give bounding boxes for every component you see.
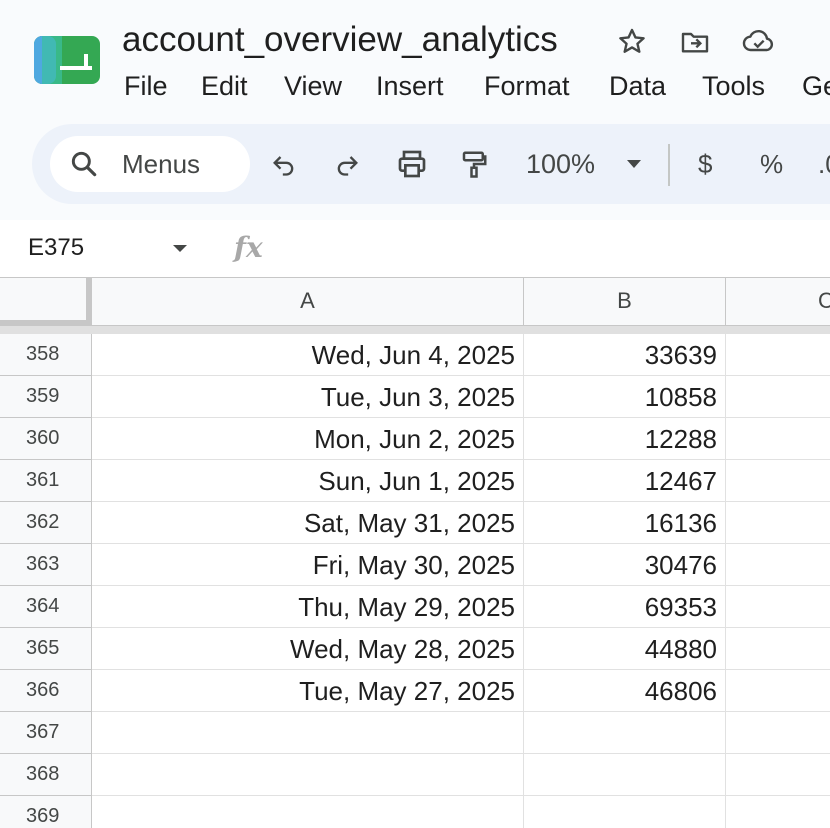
menu-bar: File Edit View Insert Format Data Tools …	[0, 66, 830, 106]
document-title[interactable]: account_overview_analytics	[122, 18, 558, 62]
cell-c[interactable]	[726, 544, 830, 586]
cell-b[interactable]	[524, 754, 726, 796]
name-box[interactable]: E375	[28, 220, 84, 276]
cell-a[interactable]	[92, 712, 524, 754]
cell-a[interactable]: Fri, May 30, 2025	[92, 544, 524, 586]
row-number[interactable]: 359	[0, 376, 92, 418]
row-number[interactable]: 369	[0, 796, 92, 828]
table-row: 359 Tue, Jun 3, 2025 10858	[0, 376, 830, 418]
table-row: 367	[0, 712, 830, 754]
cell-c[interactable]	[726, 586, 830, 628]
cell-c[interactable]	[726, 754, 830, 796]
table-row: 365 Wed, May 28, 2025 44880	[0, 628, 830, 670]
menu-data[interactable]: Data	[609, 66, 666, 106]
cell-c[interactable]	[726, 460, 830, 502]
row-number[interactable]: 358	[0, 334, 92, 376]
zoom-select[interactable]: 100%	[526, 144, 595, 184]
column-header-b[interactable]: B	[524, 278, 726, 326]
cell-a[interactable]: Tue, May 27, 2025	[92, 670, 524, 712]
menu-view[interactable]: View	[284, 66, 342, 106]
star-icon[interactable]	[614, 24, 650, 60]
top-bar: account_overview_analytics File Edit Vie…	[0, 0, 830, 220]
row-number[interactable]: 361	[0, 460, 92, 502]
menu-edit[interactable]: Edit	[201, 66, 248, 106]
cell-c[interactable]	[726, 502, 830, 544]
menu-file[interactable]: File	[124, 66, 168, 106]
frozen-row-divider[interactable]	[0, 326, 830, 334]
table-row: 358 Wed, Jun 4, 2025 33639	[0, 334, 830, 376]
cell-a[interactable]: Sat, May 31, 2025	[92, 502, 524, 544]
cell-b[interactable]: 12288	[524, 418, 726, 460]
paint-format-icon[interactable]	[454, 144, 494, 184]
cell-c[interactable]	[726, 712, 830, 754]
table-row: 362 Sat, May 31, 2025 16136	[0, 502, 830, 544]
cell-a[interactable]: Mon, Jun 2, 2025	[92, 418, 524, 460]
cell-b[interactable]: 33639	[524, 334, 726, 376]
cell-b[interactable]: 16136	[524, 502, 726, 544]
cell-c[interactable]	[726, 376, 830, 418]
cell-b[interactable]: 12467	[524, 460, 726, 502]
cell-a[interactable]: Wed, May 28, 2025	[92, 628, 524, 670]
toolbar: Menus 100% $ % .0	[32, 124, 830, 204]
row-number[interactable]: 363	[0, 544, 92, 586]
row-number[interactable]: 367	[0, 712, 92, 754]
cell-b[interactable]: 69353	[524, 586, 726, 628]
cell-c[interactable]	[726, 334, 830, 376]
chevron-down-icon[interactable]	[622, 144, 646, 184]
table-row: 368	[0, 754, 830, 796]
row-number[interactable]: 368	[0, 754, 92, 796]
row-number[interactable]: 362	[0, 502, 92, 544]
row-number[interactable]: 360	[0, 418, 92, 460]
cell-c[interactable]	[726, 418, 830, 460]
cloud-saved-icon[interactable]	[741, 24, 777, 60]
menu-tools[interactable]: Tools	[702, 66, 765, 106]
menu-insert[interactable]: Insert	[376, 66, 444, 106]
cell-b[interactable]: 44880	[524, 628, 726, 670]
row-number[interactable]: 366	[0, 670, 92, 712]
column-header-a[interactable]: A	[92, 278, 524, 326]
cell-b[interactable]	[524, 712, 726, 754]
menu-gemini[interactable]: Ge	[802, 66, 830, 106]
cell-c[interactable]	[726, 628, 830, 670]
cell-b[interactable]: 46806	[524, 670, 726, 712]
cell-a[interactable]	[92, 754, 524, 796]
fx-icon: fx	[234, 231, 263, 264]
table-row: 364 Thu, May 29, 2025 69353	[0, 586, 830, 628]
table-row: 361 Sun, Jun 1, 2025 12467	[0, 460, 830, 502]
cell-b[interactable]: 30476	[524, 544, 726, 586]
table-row: 369	[0, 796, 830, 828]
cell-a[interactable]	[92, 796, 524, 828]
cell-a[interactable]: Tue, Jun 3, 2025	[92, 376, 524, 418]
move-to-folder-icon[interactable]	[677, 24, 713, 60]
cell-a[interactable]: Thu, May 29, 2025	[92, 586, 524, 628]
undo-icon[interactable]	[264, 144, 304, 184]
cell-b[interactable]	[524, 796, 726, 828]
format-currency-button[interactable]: $	[698, 144, 712, 184]
cell-c[interactable]	[726, 670, 830, 712]
spreadsheet-grid: A B C 358 Wed, Jun 4, 2025 33639 359 Tue…	[0, 278, 830, 828]
row-number[interactable]: 365	[0, 628, 92, 670]
redo-icon[interactable]	[327, 144, 367, 184]
row-number[interactable]: 364	[0, 586, 92, 628]
menus-search-label: Menus	[122, 149, 201, 179]
menu-format[interactable]: Format	[484, 66, 570, 106]
cell-a[interactable]: Sun, Jun 1, 2025	[92, 460, 524, 502]
cell-c[interactable]	[726, 796, 830, 828]
cell-a[interactable]: Wed, Jun 4, 2025	[92, 334, 524, 376]
table-row: 363 Fri, May 30, 2025 30476	[0, 544, 830, 586]
table-row: 366 Tue, May 27, 2025 46806	[0, 670, 830, 712]
cell-b[interactable]: 10858	[524, 376, 726, 418]
search-icon	[68, 148, 100, 180]
select-all-corner[interactable]	[0, 278, 92, 326]
column-header-c[interactable]: C	[726, 278, 830, 326]
menus-search-button[interactable]: Menus	[50, 136, 250, 192]
name-box-dropdown-icon[interactable]	[168, 236, 192, 260]
table-row: 360 Mon, Jun 2, 2025 12288	[0, 418, 830, 460]
format-percent-button[interactable]: %	[760, 144, 783, 184]
formula-bar: E375 fx	[0, 220, 830, 278]
print-icon[interactable]	[392, 144, 432, 184]
toolbar-divider	[668, 144, 670, 186]
decrease-decimal-button[interactable]: .0	[818, 144, 830, 184]
